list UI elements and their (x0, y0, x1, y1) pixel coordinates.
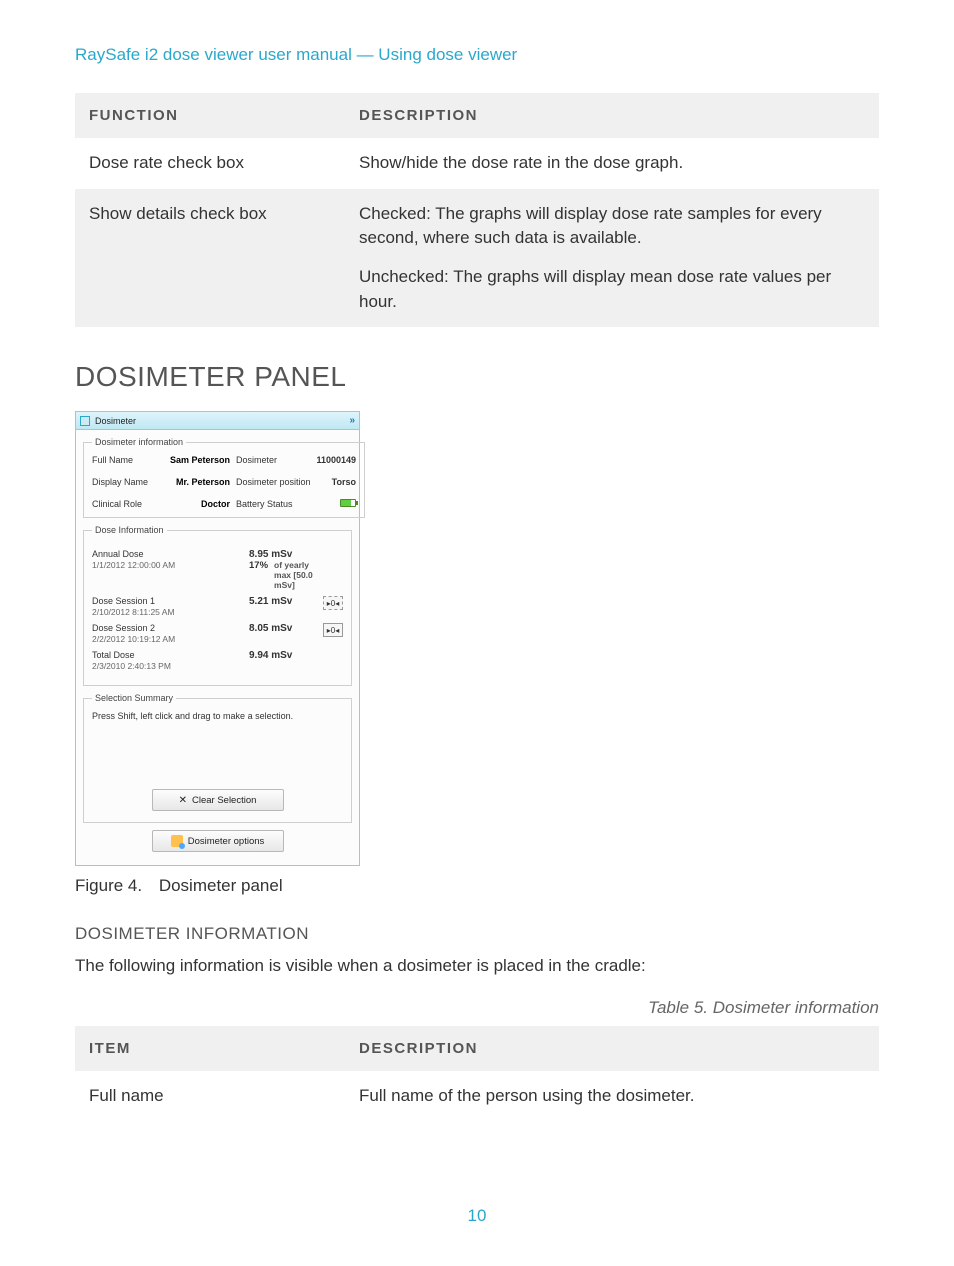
close-icon: ✕ (179, 795, 187, 806)
full-name-label: Full Name (92, 455, 157, 465)
annual-dose-value: 8.95 mSv (249, 549, 319, 560)
annual-dose-timestamp: 1/1/2012 12:00:00 AM (92, 560, 249, 570)
table-cell: Dose rate check box (75, 138, 345, 189)
app-icon (80, 416, 90, 426)
figure-caption: Figure 4. Dosimeter panel (75, 876, 879, 896)
annual-dose-label: Annual Dose (92, 549, 249, 559)
table-cell: Checked: The graphs will display dose ra… (345, 189, 879, 328)
table-cell: Show details check box (75, 189, 345, 328)
items-table: ITEM DESCRIPTION Full name Full name of … (75, 1026, 879, 1122)
clear-selection-button[interactable]: ✕ Clear Selection (152, 789, 284, 811)
group-dosimeter-information: Dosimeter information Full Name Sam Pete… (83, 437, 365, 518)
table-cell: Full name (75, 1071, 345, 1122)
annual-dose-percent-note: of yearly max [50.0 mSv] (274, 560, 319, 590)
section-heading: DOSIMETER PANEL (75, 361, 879, 393)
dosimeter-value: 11000149 (316, 455, 356, 465)
figure-title: Dosimeter panel (159, 876, 283, 895)
dose-session-2-timestamp: 2/2/2012 10:19:12 AM (92, 634, 249, 644)
display-name-value: Mr. Peterson (159, 477, 234, 487)
intro-paragraph: The following information is visible whe… (75, 956, 879, 976)
clinical-role-value: Doctor (159, 499, 234, 509)
th-description: DESCRIPTION (345, 1026, 879, 1071)
panel-title: Dosimeter (95, 416, 349, 426)
dosimeter-label: Dosimeter (236, 455, 314, 465)
table-cell-p2: Unchecked: The graphs will display mean … (359, 265, 865, 314)
group-selection-summary: Selection Summary Press Shift, left clic… (83, 693, 352, 823)
dosimeter-position-value: Torso (316, 477, 356, 487)
dose-session-1-timestamp: 2/10/2012 8:11:25 AM (92, 607, 249, 617)
collapse-icon[interactable]: » (349, 415, 355, 426)
table-cell: Full name of the person using the dosime… (345, 1071, 879, 1122)
clinical-role-label: Clinical Role (92, 499, 157, 509)
display-name-label: Display Name (92, 477, 157, 487)
figure-number: Figure 4. (75, 876, 142, 896)
group-label: Selection Summary (92, 693, 176, 703)
th-description: DESCRIPTION (345, 93, 879, 138)
group-dose-information: Dose Information Annual Dose 1/1/2012 12… (83, 525, 352, 686)
group-label: Dosimeter information (92, 437, 186, 447)
dose-session-1-label: Dose Session 1 (92, 596, 249, 606)
dose-session-1-value: 5.21 mSv (249, 596, 319, 607)
th-function: FUNCTION (75, 93, 345, 138)
battery-status-label: Battery Status (236, 499, 314, 509)
battery-icon (340, 499, 356, 507)
full-name-value: Sam Peterson (159, 455, 234, 465)
table-cell: Show/hide the dose rate in the dose grap… (345, 138, 879, 189)
options-icon (171, 835, 183, 847)
total-dose-value: 9.94 mSv (249, 650, 319, 661)
clear-selection-label: Clear Selection (192, 795, 256, 806)
breadcrumb: RaySafe i2 dose viewer user manual — Usi… (75, 45, 879, 65)
reset-session-2-button[interactable]: ▸0◂ (323, 623, 343, 637)
dosimeter-position-label: Dosimeter position (236, 477, 314, 487)
reset-session-1-button[interactable]: ▸0◂ (323, 596, 343, 610)
total-dose-timestamp: 2/3/2010 2:40:13 PM (92, 661, 249, 671)
dosimeter-options-label: Dosimeter options (188, 836, 265, 847)
page-number: 10 (75, 1206, 879, 1226)
subheading: DOSIMETER INFORMATION (75, 924, 879, 944)
panel-titlebar: Dosimeter » (76, 412, 359, 430)
group-label: Dose Information (92, 525, 167, 535)
battery-status-value (316, 499, 356, 509)
total-dose-label: Total Dose (92, 650, 249, 660)
annual-dose-percent: 17% (249, 560, 268, 571)
dose-session-2-label: Dose Session 2 (92, 623, 249, 633)
table-cell-p1: Checked: The graphs will display dose ra… (359, 202, 865, 251)
th-item: ITEM (75, 1026, 345, 1071)
dosimeter-options-button[interactable]: Dosimeter options (152, 830, 284, 852)
table-5-caption: Table 5. Dosimeter information (75, 998, 879, 1018)
dosimeter-panel: Dosimeter » Dosimeter information Full N… (75, 411, 360, 866)
functions-table: FUNCTION DESCRIPTION Dose rate check box… (75, 93, 879, 327)
dose-session-2-value: 8.05 mSv (249, 623, 319, 634)
selection-instruction: Press Shift, left click and drag to make… (92, 711, 343, 721)
